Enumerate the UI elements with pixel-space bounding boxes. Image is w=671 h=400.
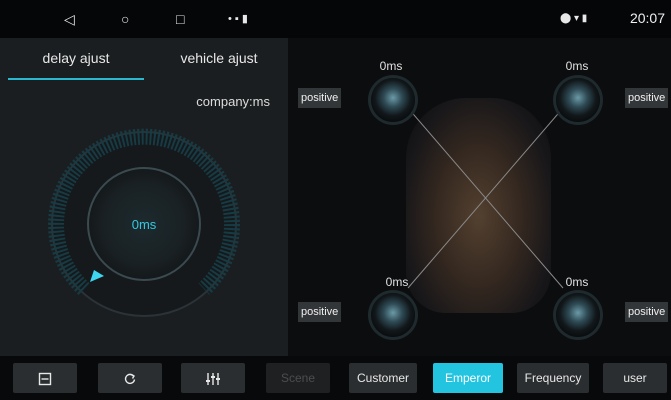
customer-button[interactable]: Customer [349, 363, 417, 393]
tab-delay-adjust[interactable]: delay ajust [8, 38, 144, 80]
dial-value: 0ms [132, 217, 157, 232]
unit-label: company:ms [196, 94, 270, 109]
front-right-delay: 0ms [565, 59, 589, 73]
clock: 20:07 [629, 10, 665, 26]
save-icon [38, 372, 52, 386]
front-left-phase-button[interactable]: positive [298, 88, 342, 108]
bottom-toolbar: Scene Customer Emperor Frequency user [0, 356, 671, 400]
delay-panel: delay ajust vehicle ajust company:ms 0ms [0, 38, 288, 356]
front-left-delay: 0ms [379, 59, 403, 73]
equalizer-icon [206, 372, 220, 385]
status-bar: ◁ ○ □ • ▪ ▮ ⬤ ▾ ▮ 20:07 [0, 0, 671, 38]
frequency-button[interactable]: Frequency [517, 363, 589, 393]
emperor-button[interactable]: Emperor [433, 363, 503, 393]
recents-icon[interactable]: □ [176, 10, 184, 28]
rear-left-speaker-icon[interactable] [371, 293, 415, 337]
scene-button[interactable]: Scene [266, 363, 330, 393]
reset-icon [124, 373, 136, 384]
home-icon[interactable]: ○ [121, 10, 129, 28]
front-right-phase-button[interactable]: positive [625, 88, 669, 108]
rear-right-delay: 0ms [565, 275, 589, 289]
equalizer-button[interactable] [181, 363, 245, 393]
front-right-speaker-icon[interactable] [556, 78, 600, 122]
notification-icons: • ▪ ▮ [228, 13, 248, 25]
rear-right-phase-button[interactable]: positive [625, 302, 669, 322]
front-left-speaker-icon[interactable] [371, 78, 415, 122]
user-button[interactable]: user [603, 363, 667, 393]
delay-dial[interactable]: 0ms [44, 124, 244, 324]
reset-button[interactable] [98, 363, 162, 393]
rear-right-speaker-icon[interactable] [556, 293, 600, 337]
speaker-layout-panel: 0ms positive 0ms positive 0ms positive 0… [288, 38, 671, 356]
rear-left-phase-button[interactable]: positive [298, 302, 342, 322]
save-button[interactable] [13, 363, 77, 393]
back-icon[interactable]: ◁ [64, 10, 75, 28]
tab-vehicle-adjust[interactable]: vehicle ajust [150, 38, 288, 78]
signal-battery-icons: ⬤ ▾ ▮ [560, 13, 588, 24]
rear-left-delay: 0ms [385, 275, 409, 289]
speaker-cross-lines [407, 107, 564, 289]
